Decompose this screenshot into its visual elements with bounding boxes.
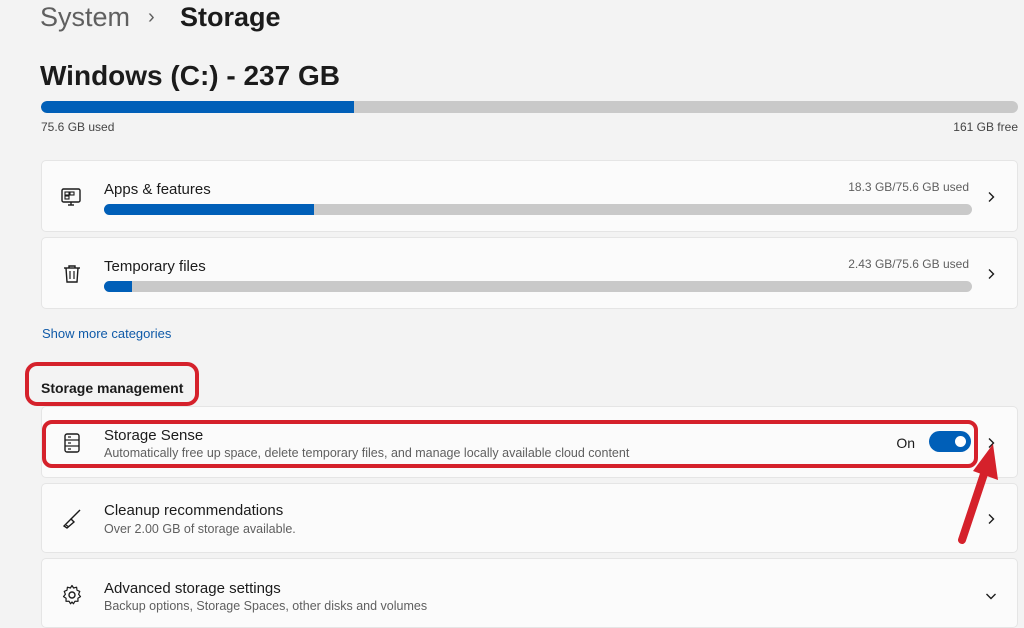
- category-size: 2.43 GB/75.6 GB used: [848, 257, 969, 271]
- category-usage-bar: [104, 281, 972, 292]
- category-size: 18.3 GB/75.6 GB used: [848, 180, 969, 194]
- category-usage-fill: [104, 204, 315, 215]
- apps-icon: [61, 188, 81, 206]
- category-temporary-files[interactable]: Temporary files 2.43 GB/75.6 GB used: [41, 237, 1018, 309]
- trash-icon: [64, 265, 80, 283]
- category-title: Apps & features: [104, 181, 211, 198]
- cleanup-recommendations-row[interactable]: Cleanup recommendations Over 2.00 GB of …: [41, 483, 1018, 553]
- cleanup-subtitle: Over 2.00 GB of storage available.: [104, 522, 296, 536]
- advanced-subtitle: Backup options, Storage Spaces, other di…: [104, 599, 428, 613]
- highlight-storage-sense: [42, 420, 978, 468]
- page-title: Storage: [180, 2, 281, 32]
- drive-usage-fill: [41, 101, 354, 113]
- advanced-storage-settings-row[interactable]: Advanced storage settings Backup options…: [41, 558, 1018, 628]
- chevron-right-icon: [988, 269, 995, 279]
- drive-title: Windows (C:) - 237 GB: [40, 60, 340, 91]
- highlight-section-title: [25, 362, 199, 406]
- chevron-right-icon: [988, 192, 995, 202]
- cleanup-title: Cleanup recommendations: [104, 502, 284, 519]
- show-more-categories-link[interactable]: Show more categories: [42, 326, 171, 341]
- breadcrumb-system[interactable]: System: [40, 2, 130, 33]
- category-usage-bar: [104, 204, 972, 215]
- category-usage-fill: [104, 281, 132, 292]
- annotation-arrow-icon: [958, 444, 998, 544]
- breadcrumb-separator-icon: ›: [148, 6, 155, 28]
- chevron-down-icon: [986, 593, 996, 600]
- category-apps-features[interactable]: Apps & features 18.3 GB/75.6 GB used: [41, 160, 1018, 232]
- drive-used-label: 75.6 GB used: [41, 120, 115, 134]
- category-title: Temporary files: [104, 258, 206, 275]
- advanced-title: Advanced storage settings: [104, 580, 281, 597]
- gear-icon: [62, 584, 82, 605]
- drive-usage-bar: [41, 101, 1018, 113]
- broom-icon: [62, 509, 81, 529]
- drive-free-label: 161 GB free: [953, 120, 1018, 134]
